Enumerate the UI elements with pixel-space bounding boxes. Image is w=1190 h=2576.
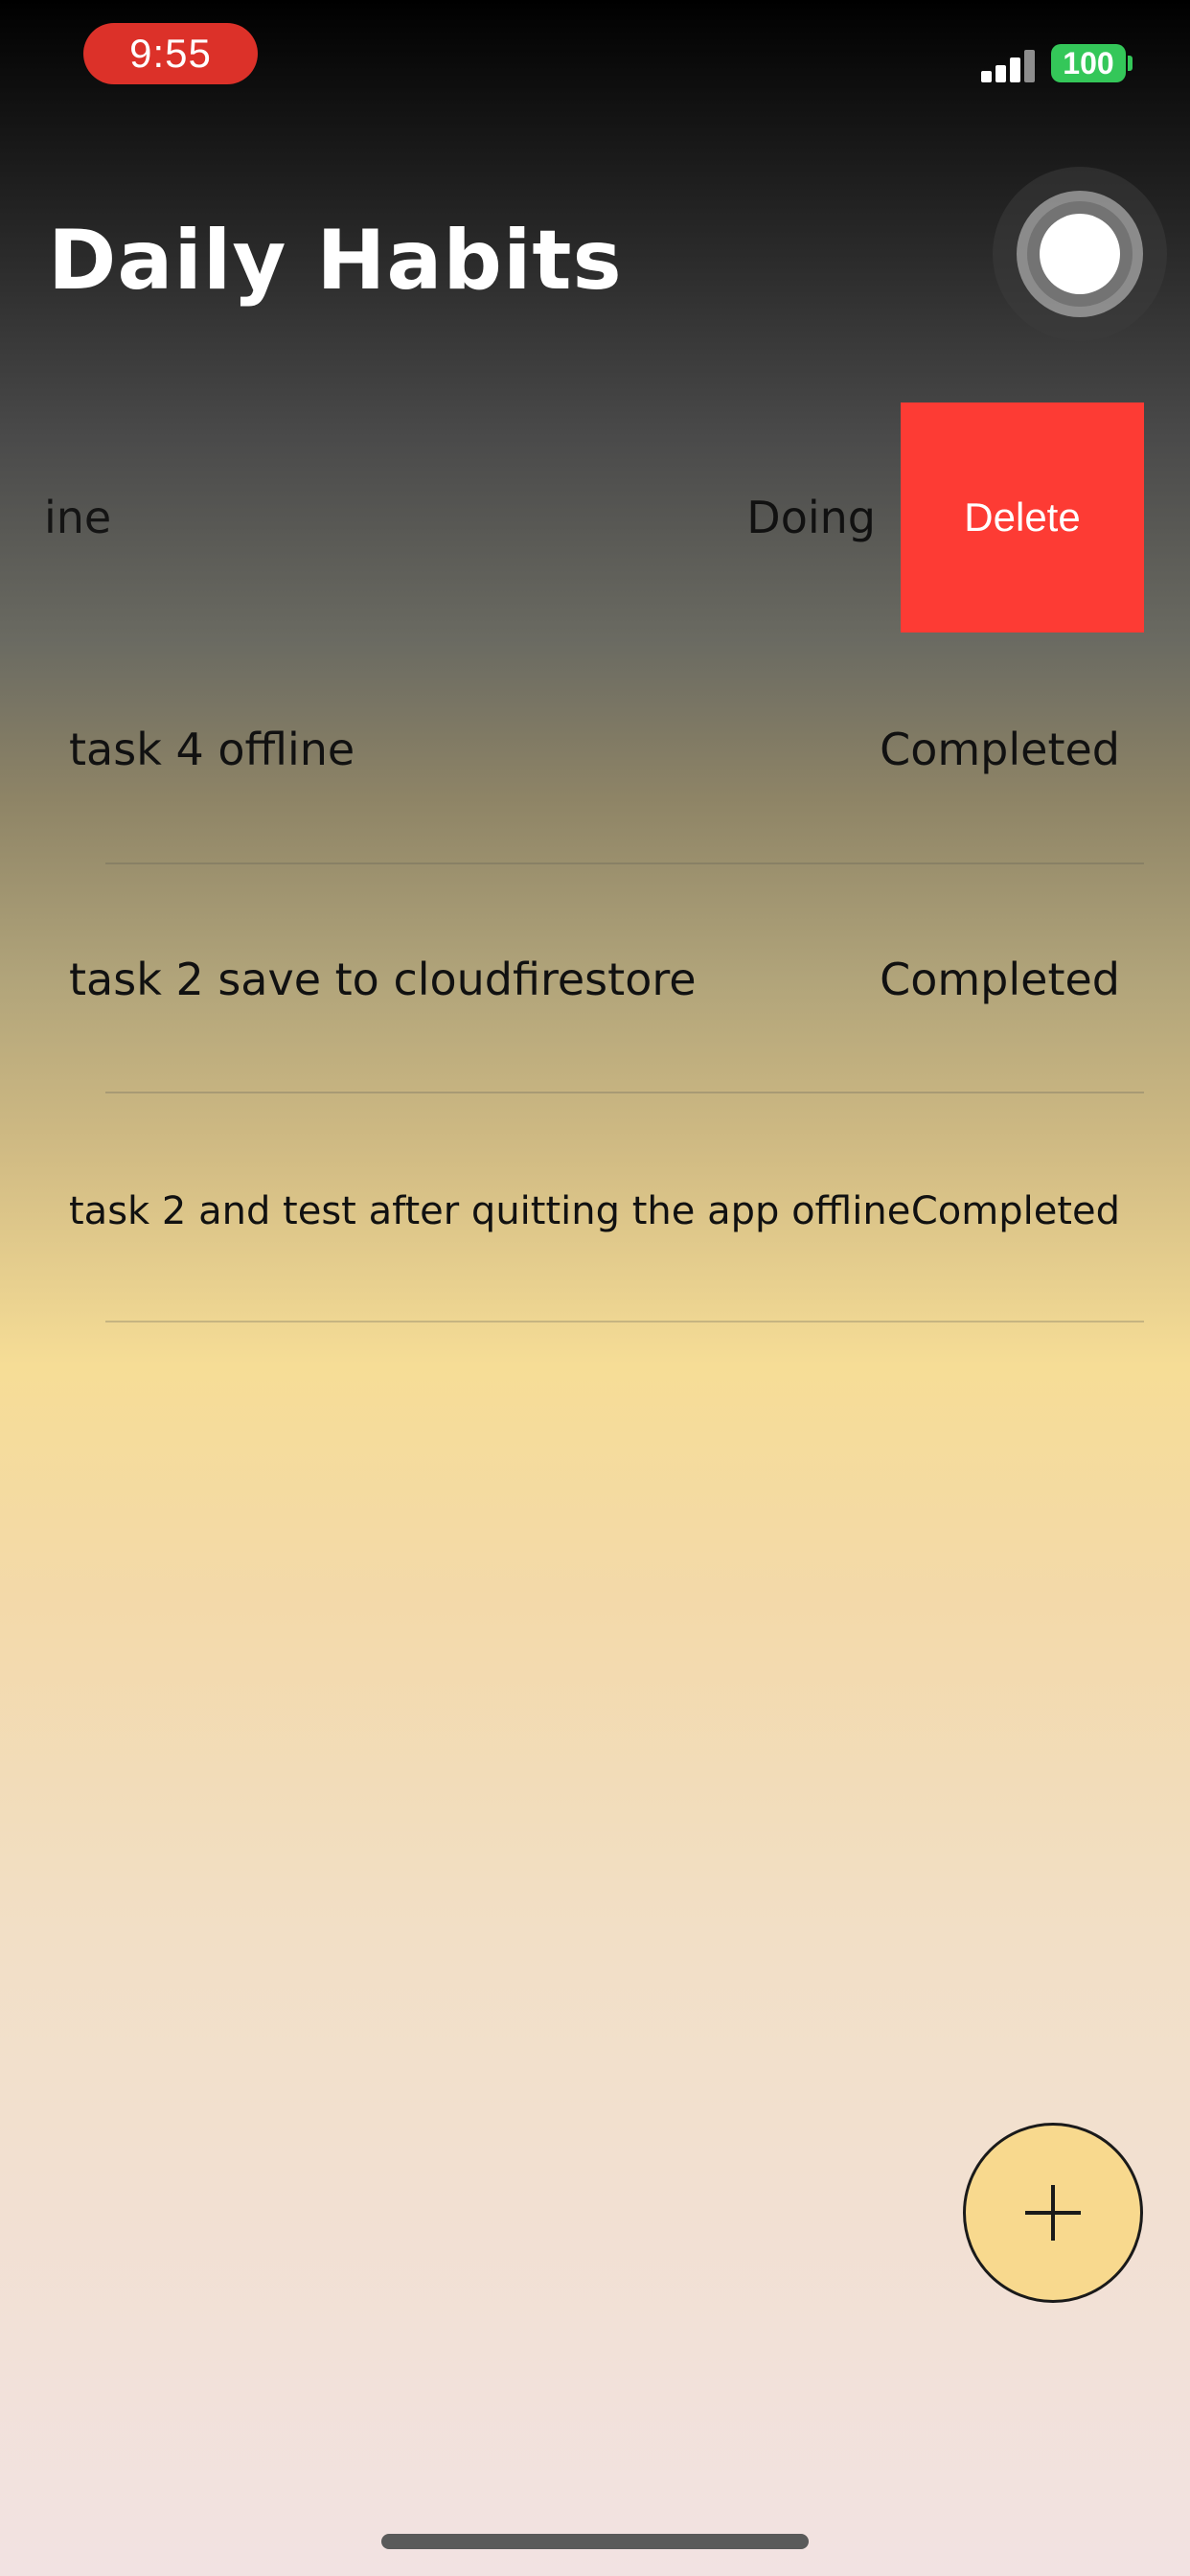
habit-name: task 2 and test after quitting the app o… bbox=[69, 1189, 911, 1233]
battery-icon: 100 bbox=[1051, 44, 1126, 82]
habit-name: task 4 offline bbox=[69, 724, 355, 775]
assistive-touch-icon bbox=[1040, 214, 1120, 294]
habit-status: Completed bbox=[910, 1189, 1120, 1233]
habit-status: Completed bbox=[880, 724, 1120, 775]
home-indicator[interactable] bbox=[381, 2534, 809, 2549]
status-time: 9:55 bbox=[83, 23, 258, 84]
habit-row[interactable]: task 4 offline Completed bbox=[0, 634, 1190, 864]
habit-status: Completed bbox=[880, 954, 1120, 1005]
assistive-touch-button[interactable] bbox=[993, 167, 1167, 341]
habit-row[interactable]: task 2 save to cloudfirestore Completed bbox=[0, 864, 1190, 1094]
cellular-signal-icon bbox=[981, 50, 1035, 82]
row-divider bbox=[105, 1092, 1144, 1093]
delete-button[interactable]: Delete bbox=[901, 402, 1144, 632]
habit-name: task 2 save to cloudfirestore bbox=[69, 954, 697, 1005]
habit-row[interactable]: task 2 and test after quitting the app o… bbox=[0, 1096, 1190, 1326]
habit-status: Doing bbox=[746, 492, 876, 543]
add-habit-button[interactable] bbox=[963, 2123, 1143, 2303]
battery-level: 100 bbox=[1063, 45, 1114, 80]
page-title: Daily Habits bbox=[48, 213, 623, 309]
row-divider bbox=[105, 1321, 1144, 1322]
battery-tip bbox=[1128, 56, 1133, 71]
habit-name: ine bbox=[44, 492, 112, 543]
